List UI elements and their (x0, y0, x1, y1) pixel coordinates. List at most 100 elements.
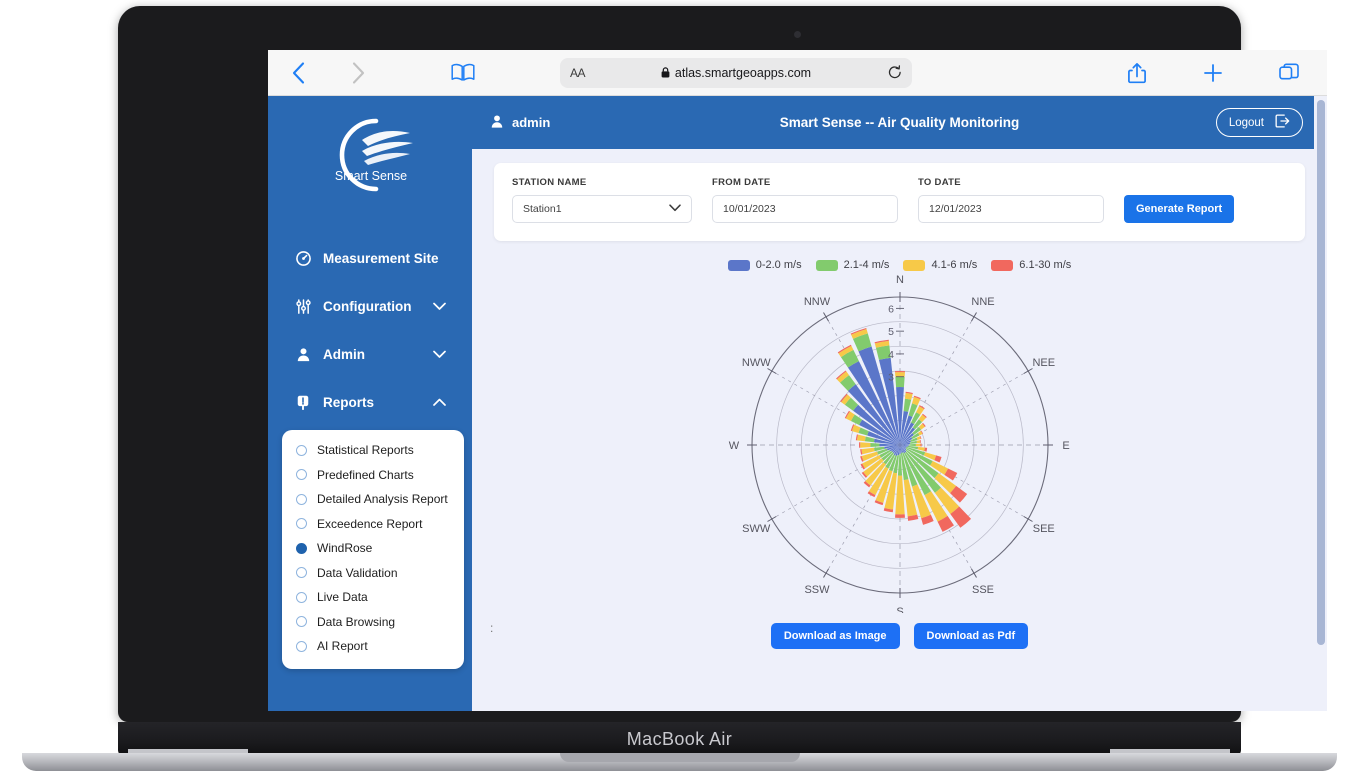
to-date-value: 12/01/2023 (929, 203, 982, 215)
windrose-chart: 0-2.0 m/s 2.1-4 m/s 4.1-6 m/s 6.1-30 m/s 3 4… (494, 259, 1305, 649)
user-icon-glyph (297, 347, 309, 361)
legend-label: 2.1-4 m/s (843, 259, 890, 271)
station-name-value: Station1 (523, 203, 562, 215)
sidebar-item-label: Admin (323, 346, 365, 362)
submenu-item-live-data[interactable]: Live Data (282, 585, 464, 610)
sidebar-item-configuration[interactable]: Configuration (268, 282, 472, 330)
submenu-item-ai-report[interactable]: AI Report (282, 634, 464, 659)
radio-icon (296, 493, 307, 505)
compass-label: SSE (971, 584, 993, 596)
radio-icon (296, 469, 307, 481)
gauge-icon-glyph (295, 250, 311, 266)
windrose-petal-segment (894, 514, 905, 518)
compass-label: NEE (1032, 357, 1055, 369)
radio-icon (296, 567, 307, 579)
axis-tick (766, 368, 776, 374)
submenu-item-statistical-reports[interactable]: Statistical Reports (282, 438, 464, 463)
axis-tick (1023, 368, 1033, 374)
axis-tick (822, 568, 829, 578)
tabs-icon (1279, 63, 1299, 79)
sidebar: Smart Sense Measurement Site Configurati… (268, 96, 472, 711)
address-bar[interactable]: AA atlas.smartgeoapps.com (560, 57, 912, 88)
legend-item[interactable]: 6.1-30 m/s (991, 259, 1071, 271)
radial-tick-label: 4 (888, 349, 894, 361)
chevron-right-icon (352, 61, 364, 84)
axis-tick (822, 312, 829, 322)
show-tabs-button[interactable] (1251, 62, 1327, 84)
windrose-petal-segment (864, 436, 875, 443)
windrose-petal-segment (915, 443, 920, 447)
generate-report-button[interactable]: Generate Report (1124, 195, 1235, 223)
chart-legend: 0-2.0 m/s 2.1-4 m/s 4.1-6 m/s 6.1-30 m/s (494, 259, 1305, 271)
back-button[interactable] (268, 61, 328, 84)
report-icon-glyph (297, 395, 309, 410)
from-date-input[interactable]: 10/01/2023 (712, 195, 898, 223)
windrose-petal-segment (859, 442, 870, 448)
download-as-pdf-button[interactable]: Download as Pdf (913, 623, 1029, 649)
user-icon (294, 347, 312, 362)
windrose-plot-wrap: 3 4 5 6 N NNE NEE E SEE SSE S SSW SWW W NWW NNW (494, 273, 1305, 613)
to-date-label: TO DATE (918, 177, 961, 188)
lock-icon (661, 67, 670, 78)
submenu-item-label: Data Browsing (317, 614, 396, 629)
submenu-item-label: Exceedence Report (317, 516, 423, 531)
plus-icon (1204, 63, 1222, 82)
legend-item[interactable]: 4.1-6 m/s (903, 259, 977, 271)
submenu-item-exceedence-report[interactable]: Exceedence Report (282, 512, 464, 537)
reader-view-button[interactable] (388, 63, 538, 82)
legend-swatch (991, 259, 1014, 271)
chevron-up-icon (433, 395, 446, 410)
legend-item[interactable]: 2.1-4 m/s (815, 259, 890, 271)
radio-icon (296, 444, 307, 456)
device-label: MacBook Air (118, 722, 1241, 756)
scrollbar-thumb[interactable] (1317, 100, 1325, 645)
windrose-petal-segment (894, 372, 905, 377)
sidebar-item-admin[interactable]: Admin (268, 330, 472, 378)
vertical-ellipsis: : (490, 621, 496, 635)
axis-tick (766, 516, 776, 522)
forward-button[interactable] (328, 61, 388, 84)
download-as-image-button[interactable]: Download as Image (770, 623, 900, 649)
share-button[interactable] (1099, 62, 1175, 84)
browser-toolbar: AA atlas.smartgeoapps.com (268, 50, 1327, 96)
radial-tick-label: 5 (888, 326, 894, 338)
windrose-petal-segment (904, 392, 913, 400)
legend-swatch (903, 259, 926, 271)
radio-selected-icon (296, 542, 307, 554)
browser-window: AA atlas.smartgeoapps.com Smart Sense Me… (268, 50, 1327, 711)
radio-icon (296, 591, 307, 603)
submenu-item-label: Live Data (317, 590, 368, 605)
logout-icon (1275, 114, 1290, 131)
report-icon (294, 395, 312, 410)
submenu-item-predefined-charts[interactable]: Predefined Charts (282, 463, 464, 488)
url-text: atlas.smartgeoapps.com (674, 65, 812, 80)
logout-icon-glyph (1275, 114, 1290, 128)
station-name-label: STATION NAME (512, 177, 587, 188)
sidebar-item-reports[interactable]: Reports (268, 378, 472, 426)
radio-icon (296, 518, 307, 530)
axis-tick (970, 568, 977, 578)
chevron-down-icon (669, 203, 681, 215)
logout-button[interactable]: Logout (1215, 108, 1303, 137)
submenu-item-data-browsing[interactable]: Data Browsing (282, 610, 464, 635)
station-name-select[interactable]: Station1 (512, 195, 692, 223)
to-date-field: TO DATE 12/01/2023 (918, 177, 1104, 223)
submenu-item-label: WindRose (317, 541, 373, 556)
screenshot-stage: AA atlas.smartgeoapps.com Smart Sense Me… (0, 0, 1359, 781)
submenu-item-windrose[interactable]: WindRose (282, 536, 464, 561)
sidebar-item-label: Reports (323, 394, 375, 410)
filter-panel: STATION NAME Station1 FROM DATE 10/01/20… (494, 163, 1305, 241)
legend-item[interactable]: 0-2.0 m/s (727, 259, 802, 271)
book-icon (451, 63, 475, 81)
new-tab-button[interactable] (1175, 62, 1251, 84)
to-date-input[interactable]: 12/01/2023 (918, 195, 1104, 223)
page-scrollbar[interactable] (1314, 96, 1327, 711)
gauge-icon (294, 250, 312, 266)
chevron-down-icon (433, 347, 446, 362)
compass-label: NNW (803, 296, 830, 308)
content-area: STATION NAME Station1 FROM DATE 10/01/20… (472, 149, 1327, 711)
sidebar-item-measurement-site[interactable]: Measurement Site (268, 234, 472, 282)
url-display: atlas.smartgeoapps.com (560, 66, 912, 80)
submenu-item-detailed-analysis-report[interactable]: Detailed Analysis Report (282, 487, 464, 512)
submenu-item-data-validation[interactable]: Data Validation (282, 561, 464, 586)
